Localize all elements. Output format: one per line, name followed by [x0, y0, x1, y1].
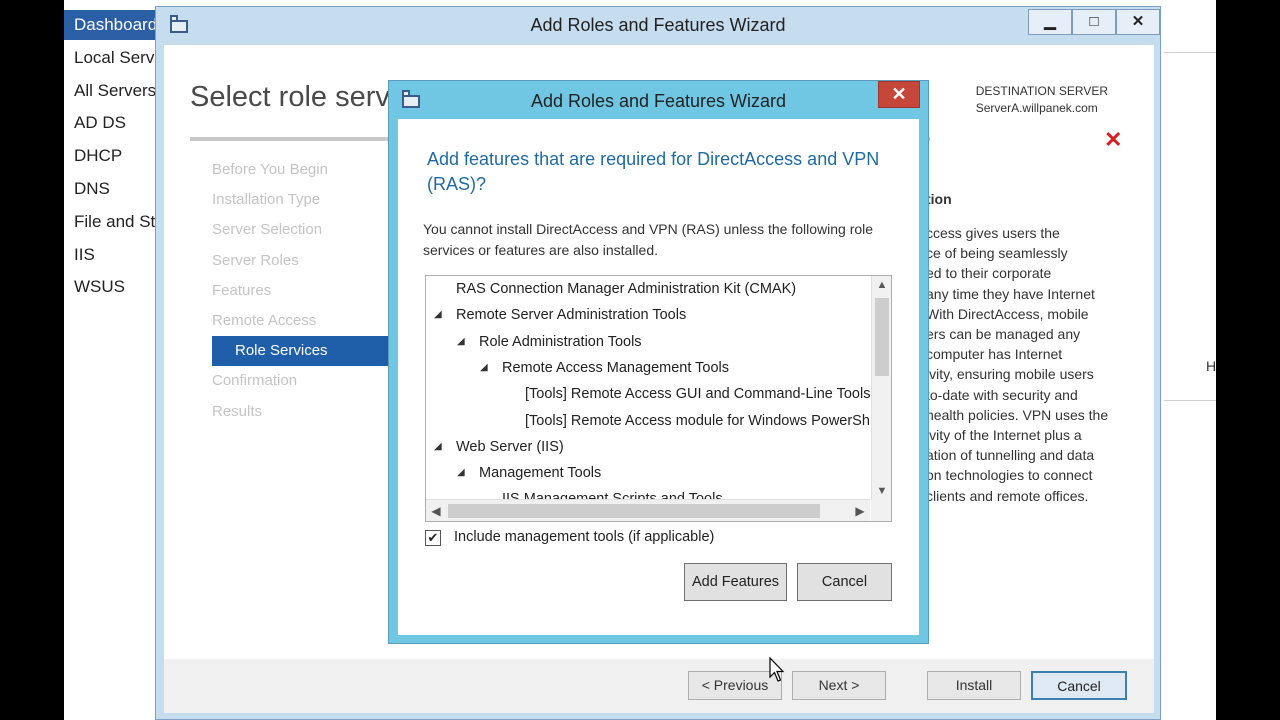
error-x-icon[interactable]: ✕ [1104, 127, 1122, 153]
expand-triangle-icon[interactable]: ◢ [480, 355, 488, 381]
add-features-button[interactable]: Add Features [684, 563, 787, 601]
install-button[interactable]: Install [927, 671, 1021, 700]
tree-item-label: Management Tools [479, 465, 602, 482]
wizard-step[interactable]: Remote Access [212, 306, 392, 336]
wizard-steps: Before You Begin Installation Type Server … [212, 155, 392, 427]
scroll-left-icon[interactable]: ◀ [426, 500, 446, 521]
description-title: tion [926, 191, 952, 207]
description-line: ed to their corporate [926, 265, 1052, 282]
wizard-step[interactable]: Features [212, 276, 392, 306]
expand-triangle-icon[interactable]: ◢ [457, 460, 465, 486]
scroll-corner [871, 499, 891, 521]
tree-item-label: Remote Server Administration Tools [456, 307, 687, 324]
tree-item-label: IIS Management Scripts and Tools [502, 491, 723, 500]
wizard-step[interactable]: Before You Begin [212, 155, 392, 185]
dialog-close-button[interactable]: ✕ [878, 81, 920, 108]
scroll-up-icon[interactable]: ▲ [872, 276, 891, 294]
add-features-dialog: Add Roles and Features Wizard ✕ Add feat… [388, 80, 929, 644]
description-line: ation of tunnelling and data [926, 447, 1095, 464]
nav-item[interactable]: AD DS [64, 108, 164, 138]
nav-item[interactable]: IIS [64, 240, 164, 270]
desktop: Dashboard Local Server All Servers AD DS DHC… [64, 0, 1216, 720]
dialog-title: Add Roles and Features Wizard [530, 91, 787, 111]
description-line: on technologies to connect [926, 467, 1093, 484]
nav-item[interactable]: File and Storage Services [64, 207, 269, 237]
dialog-heading: Add features that are required for Direc… [427, 149, 880, 194]
wizard-step[interactable]: Results [212, 397, 392, 427]
description-line: ce of being seamlessly [926, 245, 1068, 262]
wizard-step[interactable]: Server Roles [212, 246, 392, 276]
nav-item[interactable]: DHCP [64, 141, 164, 171]
description-line: ers can be managed any [926, 326, 1081, 343]
wizard-step[interactable]: Installation Type [212, 185, 392, 215]
expand-triangle-icon[interactable]: ◢ [434, 434, 442, 460]
maximize-button[interactable]: □ [1072, 9, 1116, 35]
wizard-step[interactable]: Confirmation [212, 366, 392, 396]
description-text: ccess gives users the ce of being seamles… [926, 223, 1146, 506]
nav-item[interactable]: Dashboard [64, 10, 164, 40]
wizard-step[interactable]: Role Services [212, 336, 392, 367]
partial-label: H [1206, 358, 1216, 374]
previous-button[interactable]: < Previous [688, 671, 782, 700]
dialog-cancel-button[interactable]: Cancel [797, 563, 892, 601]
description-line: clients and remote offices. [926, 487, 1089, 504]
description-line: ivity, ensuring mobile users [926, 366, 1094, 383]
divider [1164, 52, 1216, 53]
nav-item[interactable]: All Servers [64, 76, 164, 106]
tree-rows: RAS Connection Manager Administration Ki… [426, 276, 870, 500]
description-line: computer has Internet [926, 346, 1063, 363]
wizard-step[interactable]: Server Selection [212, 215, 392, 245]
description-line: to-date with security and [926, 386, 1078, 403]
scroll-thumb[interactable] [448, 504, 820, 518]
tree-item-label: [Tools] Remote Access module for Windows… [525, 412, 870, 429]
scroll-right-icon[interactable]: ▶ [850, 500, 870, 521]
divider [1164, 400, 1216, 401]
tree-item-label: Remote Access Management Tools [502, 359, 730, 376]
description-line: any time they have Internet [926, 285, 1095, 302]
vertical-scrollbar[interactable]: ▲ ▼ [871, 276, 891, 500]
nav-item[interactable]: WSUS [64, 272, 164, 302]
description-line: ivity of the Internet plus a [926, 427, 1082, 444]
server-manager-sidebar: Dashboard Local Server All Servers AD DS DHC… [64, 0, 269, 720]
description-line: With DirectAccess, mobile [926, 305, 1089, 322]
description-line: ccess gives users the [926, 225, 1060, 241]
dialog-message: You cannot install DirectAccess and VPN … [423, 221, 874, 258]
minimize-button[interactable]: ▁ [1028, 9, 1072, 35]
cancel-button[interactable]: Cancel [1031, 671, 1127, 700]
destination-server-name: ServerA.willpanek.com [975, 101, 1098, 115]
destination-server: DESTINATION SERVER ServerA.willpanek.com [976, 83, 1108, 117]
tree-item-label: Web Server (IIS) [456, 438, 564, 455]
nav-item[interactable]: Local Server [64, 43, 169, 73]
dialog-body: Add features that are required for Direc… [398, 119, 919, 635]
close-button[interactable]: ✕ [1116, 9, 1160, 35]
next-button[interactable]: Next > [792, 671, 886, 700]
expand-triangle-icon[interactable]: ◢ [434, 302, 442, 328]
horizontal-scrollbar[interactable]: ◀ ▶ [426, 499, 870, 521]
include-tools-label[interactable]: Include management tools (if applicable) [454, 529, 714, 545]
required-features-tree[interactable]: RAS Connection Manager Administration Ki… [425, 275, 892, 522]
wizard-titlebar[interactable]: Add Roles and Features Wizard ▁ □ ✕ [156, 7, 1160, 43]
scroll-down-icon[interactable]: ▼ [872, 482, 891, 500]
tree-item-label: Role Administration Tools [479, 333, 642, 350]
mouse-pointer-icon [769, 657, 785, 682]
wizard-footer: < Previous Next > Install Cancel [164, 659, 1154, 713]
nav-item[interactable]: DNS [64, 174, 164, 204]
description-line: health policies. VPN uses the [926, 406, 1109, 423]
tree-item-label: RAS Connection Manager Administration Ki… [456, 281, 797, 297]
tree-item-label: [Tools] Remote Access GUI and Command-Li… [525, 386, 870, 403]
wizard-title: Add Roles and Features Wizard [530, 15, 786, 35]
include-tools-checkbox[interactable]: ✔ [425, 530, 441, 546]
destination-label: DESTINATION SERVER [975, 84, 1108, 98]
scroll-thumb[interactable] [875, 298, 889, 376]
expand-triangle-icon[interactable]: ◢ [457, 329, 465, 355]
